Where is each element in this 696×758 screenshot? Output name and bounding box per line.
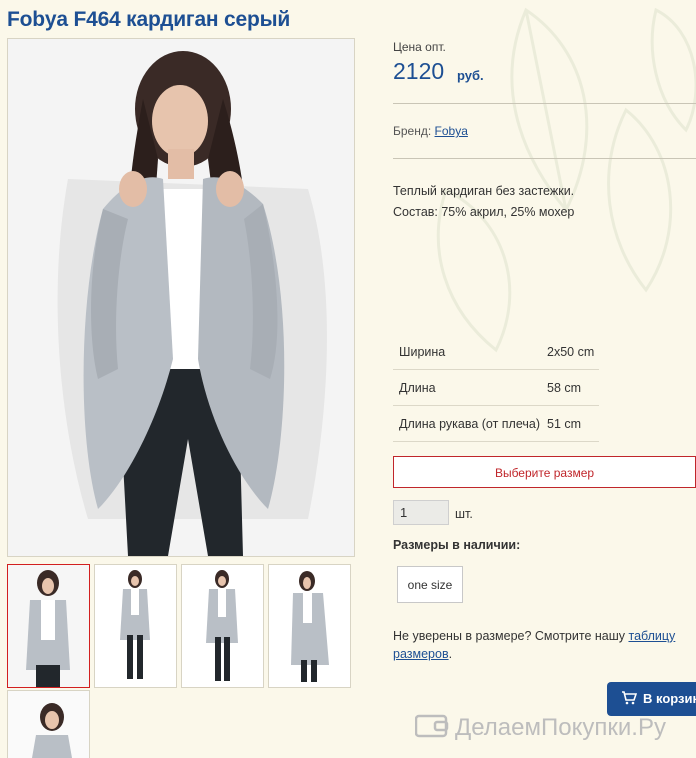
spec-row: Длина рукава (от плеча) 51 cm: [393, 406, 599, 442]
description-line: Состав: 75% акрил, 25% мохер: [393, 205, 575, 219]
thumbnail-4[interactable]: [268, 564, 351, 688]
size-hint-text: Не уверены в размере? Смотрите нашу: [393, 629, 629, 643]
size-hint: Не уверены в размере? Смотрите нашу табл…: [393, 627, 693, 663]
cart-icon: [621, 691, 638, 708]
spec-name: Длина рукава (от плеча): [399, 417, 541, 431]
thumbnail-5[interactable]: [7, 690, 90, 758]
price-currency: руб.: [457, 68, 484, 83]
size-hint-end: .: [448, 647, 453, 661]
description-line: Теплый кардиган без застежки.: [393, 184, 575, 198]
choose-size-button[interactable]: Выберите размер: [393, 456, 696, 488]
thumbnail-image: [269, 565, 350, 687]
brand-line: Бренд: Fobya: [393, 124, 468, 138]
thumbnail-image: [182, 565, 263, 687]
watermark: ДелаемПокупки.Ру: [414, 712, 666, 745]
spec-name: Длина: [399, 381, 436, 395]
price-label: Цена опт.: [393, 40, 446, 54]
spec-value: 2x50 cm: [547, 345, 595, 359]
model-photo-image: [8, 39, 354, 556]
product-main-photo[interactable]: [7, 38, 355, 557]
spec-row: Длина 58 cm: [393, 370, 599, 406]
watermark-text: ДелаемПокупки.Ру: [455, 713, 666, 741]
thumbnail-2[interactable]: [94, 564, 177, 688]
price-value: 2120: [393, 58, 445, 84]
divider: [393, 103, 696, 104]
spec-row: Ширина 2x50 cm: [393, 334, 599, 370]
thumbnail-1[interactable]: [7, 564, 90, 688]
spec-value: 51 cm: [547, 417, 582, 431]
brand-link[interactable]: Fobya: [435, 124, 468, 138]
wallet-icon: [414, 712, 449, 745]
product-title: Fobya F464 кардиган серый: [7, 8, 291, 31]
thumbnail-image: [8, 691, 89, 758]
thumbnail-image: [8, 565, 89, 687]
spec-value: 58 cm: [547, 381, 582, 395]
thumbnail-3[interactable]: [181, 564, 264, 688]
add-to-cart-label: В корзину: [643, 691, 696, 706]
thumbnail-image: [95, 565, 176, 687]
specs-table: Ширина 2x50 cm Длина 58 cm Длина рукава …: [393, 334, 599, 442]
brand-label: Бренд:: [393, 124, 432, 138]
available-sizes-title: Размеры в наличии:: [393, 538, 521, 552]
add-to-cart-button[interactable]: В корзину: [607, 682, 696, 716]
quantity-input[interactable]: [393, 500, 449, 525]
divider: [393, 158, 696, 159]
spec-name: Ширина: [399, 345, 446, 359]
product-description: Теплый кардиган без застежки. Состав: 75…: [393, 181, 574, 223]
quantity-unit: шт.: [455, 507, 473, 521]
size-option-one-size[interactable]: one size: [397, 566, 463, 603]
